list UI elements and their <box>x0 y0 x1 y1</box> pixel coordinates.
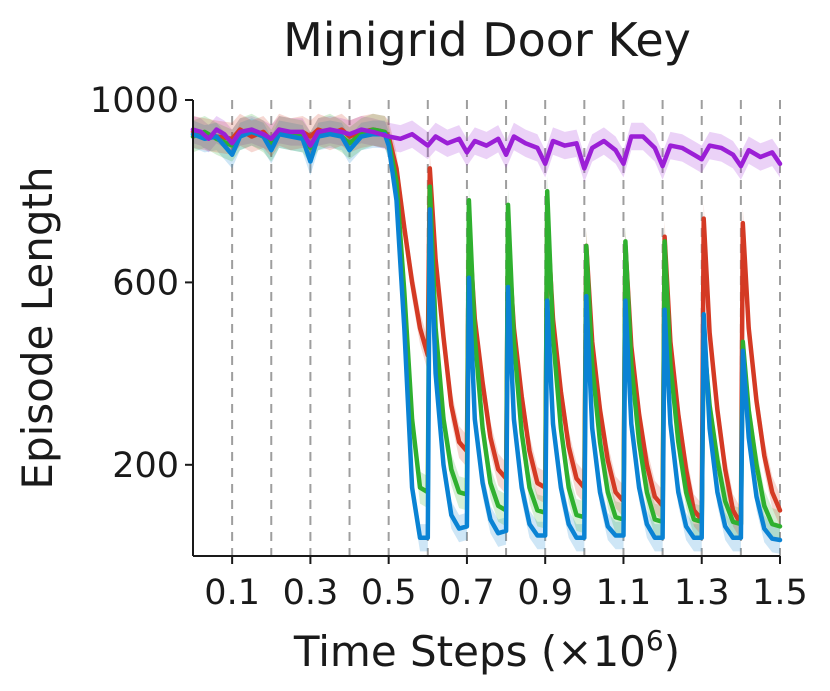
x-tick-label: 0.1 <box>204 573 260 613</box>
y-tick-label: 1000 <box>90 81 179 121</box>
series-band-3 <box>193 113 780 543</box>
series-line-2 <box>190 129 783 543</box>
x-axis-label-exponent: 6 <box>646 624 664 657</box>
y-ticks: 1000 600 200 <box>90 81 193 486</box>
y-tick-label: 200 <box>112 446 179 486</box>
series-layer <box>190 113 783 554</box>
x-tick-label: 1.1 <box>596 573 652 613</box>
x-tick-label: 0.7 <box>439 573 495 613</box>
series-band-4 <box>193 113 780 540</box>
x-tick-label: 0.9 <box>517 573 573 613</box>
episode-length-chart: Minigrid Door Key 0.1 0.3 0.5 0.7 0.9 1.1 1.3 1… <box>13 13 808 676</box>
x-axis-label-close: ) <box>664 627 680 676</box>
y-axis-label: Episode Length <box>13 166 62 489</box>
y-tick-label: 600 <box>112 263 179 303</box>
x-tick-label: 1.3 <box>674 573 730 613</box>
x-tick-label: 0.5 <box>361 573 417 613</box>
x-axis-label: Time Steps (×106) <box>293 624 680 676</box>
series-line-3 <box>190 127 783 529</box>
chart-title: Minigrid Door Key <box>283 13 691 67</box>
x-ticks: 0.1 0.3 0.5 0.7 0.9 1.1 1.3 1.5 <box>204 556 808 613</box>
x-tick-label: 1.5 <box>752 573 808 613</box>
x-tick-label: 0.3 <box>283 573 339 613</box>
